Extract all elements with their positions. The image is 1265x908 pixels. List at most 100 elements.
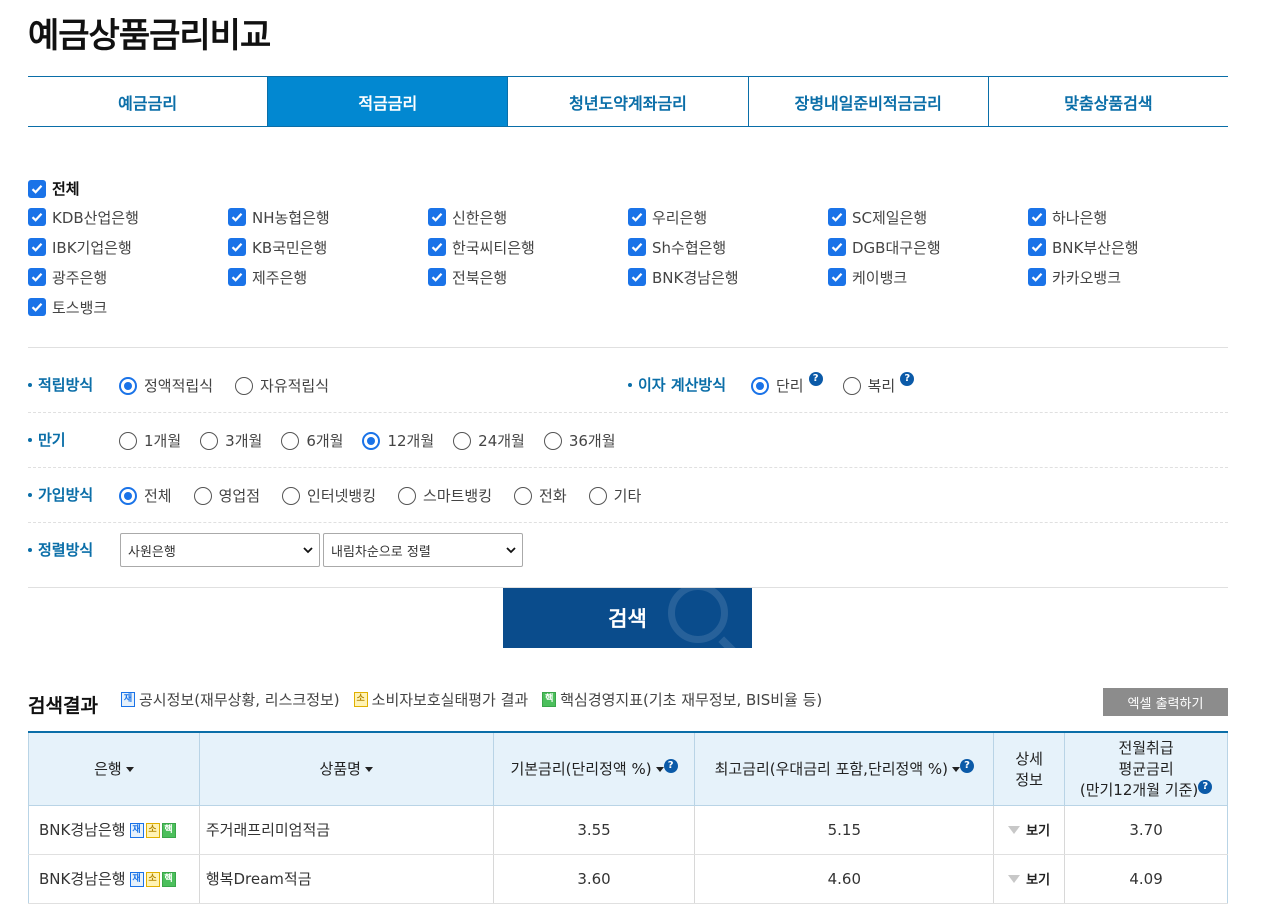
view-detail-button[interactable]: 보기 — [1008, 869, 1050, 888]
radio-join-1[interactable]: 영업점 — [193, 485, 260, 506]
col-base-rate[interactable]: 기본금리(단리정액 %)? — [492, 732, 696, 806]
checkbox-checked-icon[interactable] — [628, 268, 646, 286]
radio-empty-icon[interactable] — [514, 486, 533, 505]
radio-compound-interest[interactable]: 복리? — [842, 371, 915, 396]
checkbox-checked-icon[interactable] — [228, 268, 246, 286]
help-icon[interactable]: ? — [808, 371, 823, 386]
radio-term-4[interactable]: 24개월 — [453, 430, 525, 451]
radio-free-saving[interactable]: 자유적립식 — [235, 375, 329, 396]
checkbox-checked-icon[interactable] — [1028, 268, 1046, 286]
radio-join-0[interactable]: 전체 — [119, 485, 172, 506]
radio-empty-icon[interactable] — [235, 376, 254, 395]
sort-order-select[interactable]: 내림차순으로 정렬 — [323, 533, 523, 567]
checkbox-checked-icon[interactable] — [1028, 238, 1046, 256]
checkbox-checked-icon[interactable] — [428, 268, 446, 286]
radio-empty-icon[interactable] — [193, 486, 212, 505]
sort-caret-icon[interactable] — [952, 767, 961, 773]
bank-checkbox-item[interactable]: BNK경남은행 — [628, 268, 828, 287]
bank-checkbox-item[interactable]: 전북은행 — [428, 268, 628, 287]
checkbox-checked-icon[interactable] — [428, 208, 446, 226]
tab-soldier-savings[interactable]: 장병내일준비적금금리 — [749, 77, 989, 126]
bank-checkbox-item[interactable]: KB국민은행 — [228, 238, 428, 257]
checkbox-checked-icon[interactable] — [28, 268, 46, 286]
bank-checkbox-item[interactable]: 카카오뱅크 — [1028, 268, 1228, 287]
bank-checkbox-item[interactable]: 케이뱅크 — [828, 268, 1028, 287]
checkbox-checked-icon[interactable] — [28, 298, 46, 316]
tab-custom-search[interactable]: 맞춤상품검색 — [989, 77, 1228, 126]
radio-selected-icon[interactable] — [751, 376, 769, 395]
radio-term-3[interactable]: 12개월 — [362, 430, 434, 451]
bank-checkbox-item[interactable]: NH농협은행 — [228, 208, 428, 227]
radio-join-5[interactable]: 기타 — [588, 485, 641, 506]
help-icon[interactable]: ? — [663, 758, 678, 773]
radio-term-1[interactable]: 3개월 — [200, 430, 262, 451]
checkbox-checked-icon[interactable] — [28, 179, 46, 198]
bank-checkbox-item[interactable]: 우리은행 — [628, 208, 828, 227]
consumer-badge-icon[interactable]: 소 — [145, 872, 160, 887]
radio-empty-icon[interactable] — [588, 486, 607, 505]
bank-checkbox-item[interactable]: IBK기업은행 — [28, 238, 228, 257]
radio-fixed-saving[interactable]: 정액적립식 — [119, 375, 213, 396]
bank-checkbox-item[interactable]: SC제일은행 — [828, 208, 1028, 227]
radio-empty-icon[interactable] — [282, 486, 301, 505]
checkbox-checked-icon[interactable] — [428, 238, 446, 256]
bank-checkbox-item[interactable]: 신한은행 — [428, 208, 628, 227]
tab-deposit-rate[interactable]: 예금금리 — [28, 77, 269, 126]
checkbox-checked-icon[interactable] — [628, 238, 646, 256]
radio-empty-icon[interactable] — [281, 431, 300, 450]
tab-savings-rate[interactable]: 적금금리 — [268, 77, 509, 126]
key-indicator-badge-icon[interactable]: 핵 — [161, 823, 176, 838]
col-bank[interactable]: 은행 — [28, 732, 200, 806]
cell-product[interactable]: 행복Dream적금 — [198, 854, 494, 904]
checkbox-checked-icon[interactable] — [28, 238, 46, 256]
bank-checkbox-item[interactable]: 하나은행 — [1028, 208, 1228, 227]
bank-checkbox-item[interactable]: 한국씨티은행 — [428, 238, 628, 257]
radio-selected-icon[interactable] — [119, 486, 137, 505]
col-max-rate[interactable]: 최고금리(우대금리 포함,단리정액 %)? — [694, 732, 995, 806]
radio-empty-icon[interactable] — [200, 431, 219, 450]
radio-join-3[interactable]: 스마트뱅킹 — [398, 485, 492, 506]
radio-join-4[interactable]: 전화 — [514, 485, 567, 506]
radio-selected-icon[interactable] — [362, 431, 381, 450]
disclosure-badge-icon[interactable]: 재 — [129, 823, 144, 838]
checkbox-checked-icon[interactable] — [28, 208, 46, 226]
tab-youth-leap-account[interactable]: 청년도약계좌금리 — [508, 77, 749, 126]
radio-simple-interest[interactable]: 단리? — [751, 371, 823, 396]
bank-checkbox-item[interactable]: Sh수협은행 — [628, 238, 828, 257]
bank-all-checkbox[interactable]: 전체 — [28, 178, 80, 199]
radio-empty-icon[interactable] — [543, 431, 562, 450]
view-detail-button[interactable]: 보기 — [1008, 820, 1050, 839]
bank-checkbox-item[interactable]: DGB대구은행 — [828, 238, 1028, 257]
cell-product[interactable]: 주거래프리미엄적금 — [198, 805, 494, 855]
sort-caret-icon[interactable] — [655, 767, 664, 773]
help-icon[interactable]: ? — [900, 371, 915, 386]
search-button[interactable]: 검색 — [503, 588, 752, 648]
help-icon[interactable]: ? — [960, 758, 975, 773]
radio-empty-icon[interactable] — [398, 486, 417, 505]
col-product[interactable]: 상품명 — [198, 732, 494, 806]
radio-empty-icon[interactable] — [453, 431, 472, 450]
bank-checkbox-item[interactable]: 토스뱅크 — [28, 298, 228, 317]
radio-empty-icon[interactable] — [119, 431, 137, 450]
checkbox-checked-icon[interactable] — [828, 238, 846, 256]
consumer-badge-icon[interactable]: 소 — [145, 823, 160, 838]
radio-empty-icon[interactable] — [842, 376, 861, 395]
bank-checkbox-item[interactable]: 광주은행 — [28, 268, 228, 287]
help-icon[interactable]: ? — [1198, 779, 1213, 794]
bank-checkbox-item[interactable]: BNK부산은행 — [1028, 238, 1228, 257]
sort-caret-icon[interactable] — [364, 767, 373, 773]
checkbox-checked-icon[interactable] — [228, 208, 246, 226]
radio-term-5[interactable]: 36개월 — [543, 430, 616, 451]
radio-selected-icon[interactable] — [119, 376, 137, 395]
excel-export-button[interactable]: 엑셀 출력하기 — [1103, 688, 1228, 716]
checkbox-checked-icon[interactable] — [828, 208, 846, 226]
bank-checkbox-item[interactable]: KDB산업은행 — [28, 208, 228, 227]
sort-caret-icon[interactable] — [125, 767, 134, 773]
checkbox-checked-icon[interactable] — [628, 208, 646, 226]
sort-field-select[interactable]: 사원은행 — [120, 533, 320, 567]
radio-term-2[interactable]: 6개월 — [281, 430, 343, 451]
checkbox-checked-icon[interactable] — [1028, 208, 1046, 226]
bank-checkbox-item[interactable]: 제주은행 — [228, 268, 428, 287]
disclosure-badge-icon[interactable]: 재 — [129, 872, 144, 887]
checkbox-checked-icon[interactable] — [828, 268, 846, 286]
